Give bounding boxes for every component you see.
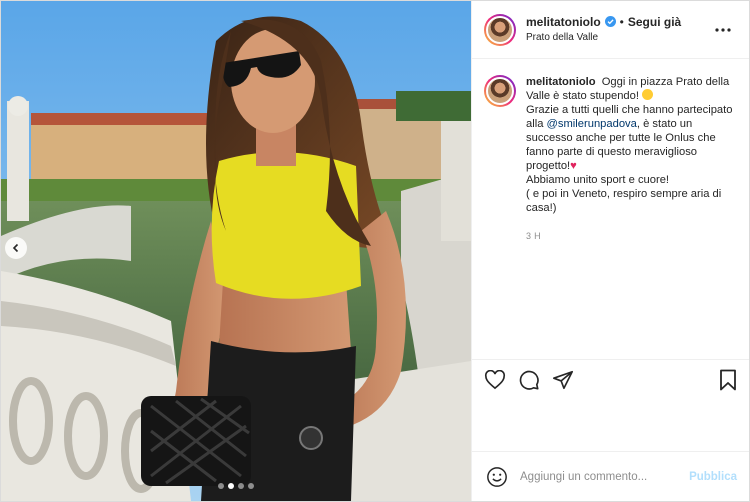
chevron-left-icon: [12, 243, 19, 253]
post-timestamp[interactable]: 3 h: [526, 229, 735, 243]
comment-bubble-icon: [519, 370, 539, 390]
carousel-dot: [248, 483, 254, 489]
carousel-indicator: [1, 483, 471, 489]
avatar[interactable]: [484, 13, 516, 46]
author-username[interactable]: melitatoniolo: [526, 14, 601, 30]
avatar-image: [486, 15, 514, 44]
add-comment-form: Pubblica: [472, 451, 749, 501]
save-button[interactable]: [703, 363, 737, 397]
post-container: melitatoniolo • Segui già Prato della Va…: [0, 0, 750, 502]
carousel-prev-button[interactable]: [5, 237, 27, 259]
caption-mention-link[interactable]: @smilerunpadova: [547, 118, 637, 130]
carousel-dot: [218, 483, 224, 489]
heart-eyes-emoji-icon: [642, 89, 654, 100]
caption-line3: Abbiamo unito sport e cuore!: [526, 174, 670, 186]
post-header: melitatoniolo • Segui già Prato della Va…: [472, 1, 749, 59]
caption-avatar[interactable]: [484, 75, 516, 107]
more-options-button[interactable]: [711, 18, 735, 42]
carousel-dot-active: [228, 483, 234, 489]
share-button[interactable]: [552, 363, 586, 397]
comments-section: melitatoniolo Oggi in piazza Prato della…: [472, 59, 749, 359]
author-line: melitatoniolo • Segui già: [526, 14, 711, 30]
like-button[interactable]: [484, 363, 518, 397]
comment-input[interactable]: [520, 470, 690, 483]
post-photo: [1, 1, 471, 501]
emoji-picker-button[interactable]: [484, 464, 510, 490]
post-author-info: melitatoniolo • Segui già Prato della Va…: [526, 14, 711, 46]
heart-icon: [484, 369, 506, 389]
verified-badge-icon: [604, 16, 616, 27]
post-sidebar: melitatoniolo • Segui già Prato della Va…: [471, 1, 749, 501]
caption-text: melitatoniolo Oggi in piazza Prato della…: [526, 75, 735, 243]
post-actions-bar: [472, 359, 749, 399]
carousel-dot: [238, 483, 244, 489]
caption-line4: ( e poi in Veneto, respiro sempre aria d…: [526, 188, 722, 214]
likes-area: [472, 399, 749, 451]
paper-plane-icon: [553, 370, 573, 389]
more-horizontal-icon: [715, 27, 731, 32]
post-caption: melitatoniolo Oggi in piazza Prato della…: [484, 75, 735, 243]
bookmark-icon: [720, 369, 736, 390]
red-heart-emoji-icon: ♥: [570, 160, 577, 172]
smiley-icon: [487, 466, 507, 487]
avatar-image: [486, 77, 514, 105]
comment-button[interactable]: [518, 363, 552, 397]
follow-button[interactable]: Segui già: [628, 14, 681, 30]
publish-button[interactable]: Pubblica: [689, 471, 737, 483]
caption-username[interactable]: melitatoniolo: [526, 76, 596, 88]
post-media[interactable]: [1, 1, 471, 501]
post-location[interactable]: Prato della Valle: [526, 30, 711, 46]
separator-dot: •: [619, 14, 624, 29]
